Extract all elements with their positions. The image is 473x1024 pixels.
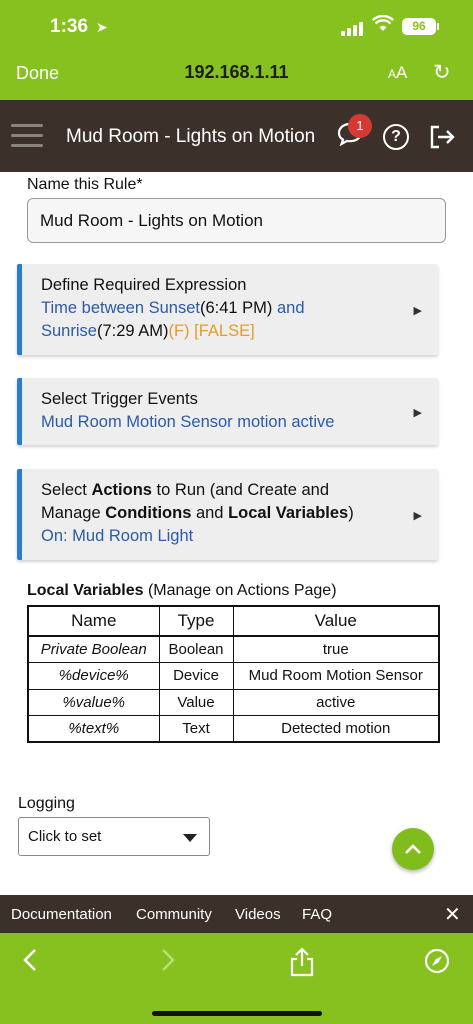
local-variables-title: Local Variables (Manage on Actions Page) (27, 582, 337, 600)
forward-icon[interactable] (160, 947, 176, 980)
trigger-events-section[interactable]: Select Trigger Events Mud Room Motion Se… (17, 378, 438, 445)
browser-top-bar: 1:36 ➤ 96 Done 192.168.1.11 AA ↻ (0, 0, 473, 100)
faq-link[interactable]: FAQ (302, 906, 332, 923)
logging-select-value: Click to set (28, 828, 102, 845)
status-time: 1:36 (50, 16, 89, 37)
documentation-link[interactable]: Documentation (11, 906, 112, 923)
actions-text: Select Actions to Run (and Create and Ma… (41, 479, 398, 548)
variable-type: Boolean (158, 635, 234, 663)
variable-type: Text (158, 715, 234, 743)
triggers-text: Select Trigger Events Mud Room Motion Se… (41, 388, 398, 434)
share-icon[interactable] (289, 947, 315, 982)
location-arrow-icon: ➤ (96, 19, 108, 35)
battery-tip (437, 23, 439, 30)
compass-icon[interactable] (424, 948, 450, 979)
actions-title: and (191, 504, 229, 522)
logging-label: Logging (18, 795, 75, 812)
actions-section[interactable]: Select Actions to Run (and Create and Ma… (17, 469, 438, 560)
expression-detail: Sunrise (41, 322, 97, 340)
rule-name-label: Name this Rule* (27, 176, 143, 193)
triggers-detail: Mud Room Motion Sensor motion active (41, 413, 335, 431)
variable-value: true (232, 635, 440, 663)
expression-detail: Time between Sunset (41, 299, 200, 317)
column-header-type: Type (158, 605, 234, 637)
logout-icon[interactable] (428, 124, 456, 150)
table-row: %text% Text Detected motion (27, 715, 440, 743)
close-icon[interactable]: ✕ (444, 902, 461, 927)
actions-title: Conditions (105, 504, 192, 522)
triggers-title: Select Trigger Events (41, 390, 198, 408)
actions-title: Local Variables (228, 504, 349, 522)
variable-name: %text% (27, 715, 160, 743)
expression-status: (F) (168, 322, 190, 340)
wifi-icon (371, 14, 395, 37)
expand-arrow-icon: ▶ (413, 305, 422, 317)
rule-name-input[interactable]: Mud Room - Lights on Motion (27, 198, 446, 243)
chevron-up-icon (405, 844, 421, 854)
expand-arrow-icon: ▶ (413, 407, 422, 419)
actions-title: Actions (91, 481, 152, 499)
local-variables-heading: Local Variables (27, 582, 144, 599)
variable-value: Detected motion (232, 715, 440, 743)
variable-name: Private Boolean (27, 635, 160, 663)
expand-arrow-icon: ▶ (413, 510, 422, 522)
variable-value: Mud Room Motion Sensor (232, 662, 440, 690)
column-header-value: Value (232, 605, 440, 637)
local-variables-table: Name Type Value Private Boolean Boolean … (27, 605, 440, 743)
reload-icon[interactable]: ↻ (433, 60, 451, 85)
variable-value: active (232, 688, 440, 716)
actions-title: ) (348, 504, 354, 522)
expression-text: Define Required Expression Time between … (41, 274, 398, 343)
expression-title: Define Required Expression (41, 276, 247, 294)
actions-detail: On: Mud Room Light (41, 527, 194, 545)
actions-title: Select (41, 481, 92, 499)
notification-badge: 1 (348, 114, 372, 138)
variable-name: %value% (27, 688, 160, 716)
footer-links-bar: Documentation Community Videos FAQ ✕ (0, 895, 473, 933)
battery-indicator: 96 (402, 18, 436, 35)
scroll-to-top-button[interactable] (392, 828, 434, 870)
table-row: Private Boolean Boolean true (27, 635, 440, 663)
table-row: %value% Value active (27, 688, 440, 716)
main-content: Name this Rule* Mud Room - Lights on Mot… (0, 172, 473, 895)
videos-link[interactable]: Videos (235, 906, 281, 923)
community-link[interactable]: Community (136, 906, 212, 923)
variable-type: Value (158, 688, 234, 716)
app-header: Mud Room - Lights on Motion 1 ? (0, 100, 473, 172)
expression-detail: and (272, 299, 305, 317)
home-indicator (152, 1011, 322, 1016)
expression-status: [FALSE] (189, 322, 255, 340)
dropdown-caret-icon (183, 834, 197, 842)
logging-select[interactable]: Click to set (18, 817, 210, 856)
expression-detail: (7:29 AM) (96, 322, 169, 340)
define-expression-section[interactable]: Define Required Expression Time between … (17, 264, 438, 355)
menu-icon[interactable] (11, 124, 43, 154)
page-title: Mud Room - Lights on Motion (66, 126, 316, 147)
table-row: %device% Device Mud Room Motion Sensor (27, 662, 440, 690)
text-size-button[interactable]: AA (388, 63, 407, 83)
back-icon[interactable] (22, 947, 38, 980)
local-variables-subheading: (Manage on Actions Page) (143, 582, 337, 599)
variable-name: %device% (27, 662, 160, 690)
column-header-name: Name (27, 605, 160, 637)
expression-detail: (6:41 PM) (199, 299, 273, 317)
help-icon[interactable]: ? (383, 124, 409, 150)
variable-type: Device (158, 662, 234, 690)
cellular-signal-icon (341, 22, 363, 36)
actions-title: Manage (41, 504, 106, 522)
actions-title: to Run (and Create and (151, 481, 329, 499)
browser-bottom-bar (0, 933, 473, 1024)
